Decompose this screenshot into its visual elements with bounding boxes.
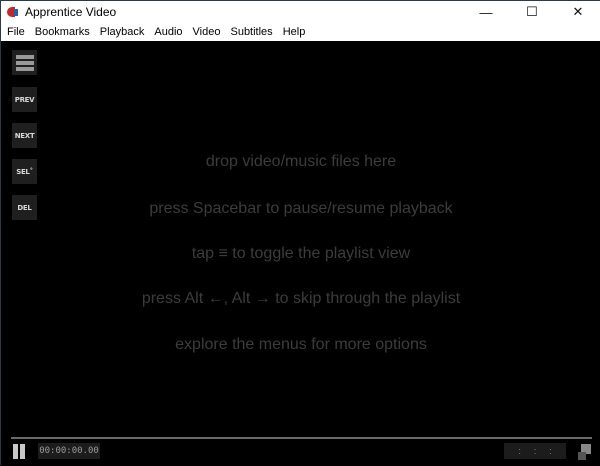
playlist-toggle-button[interactable] [12,50,37,75]
menu-playback[interactable]: Playback [95,26,150,38]
playback-speed-display[interactable]: : : : [504,443,566,459]
hint-drop-files: drop video/music files here [205,153,397,170]
fullscreen-icon[interactable] [578,444,591,460]
menu-bookmarks[interactable]: Bookmarks [30,26,95,38]
hamburger-icon [15,54,34,71]
hint-playlist-toggle: tap ≡ to toggle the playlist view [191,245,411,262]
pause-button[interactable] [13,444,27,459]
seek-bar[interactable] [11,437,592,439]
title-bar: Apprentice Video — ☐ ✕ [1,1,600,23]
menu-audio[interactable]: Audio [149,26,187,38]
menu-file[interactable]: File [2,26,30,38]
hint-spacebar: press Spacebar to pause/resume playback [149,200,453,217]
speed-separator: : [533,446,537,456]
speed-separator: : [518,446,521,456]
hint-skip: press Alt ←, Alt → to skip through the p… [141,290,461,307]
app-icon [7,6,19,18]
window-title: Apprentice Video [25,5,117,19]
next-button[interactable]: NEXT [12,123,37,148]
time-display: 00:00:00.00 [38,443,100,459]
close-button[interactable]: ✕ [555,1,600,23]
maximize-button[interactable]: ☐ [509,1,555,23]
minimize-button[interactable]: — [463,1,509,23]
hint-menus: explore the menus for more options [175,336,427,353]
menu-video[interactable]: Video [188,26,226,38]
menu-help[interactable]: Help [278,26,311,38]
speed-separator: : [549,446,552,456]
video-area[interactable]: PREV NEXT SEL˚ DEL drop video/music file… [1,41,600,466]
prev-button[interactable]: PREV [12,87,37,112]
menu-subtitles[interactable]: Subtitles [225,26,277,38]
menu-bar: File Bookmarks Playback Audio Video Subt… [1,23,600,41]
